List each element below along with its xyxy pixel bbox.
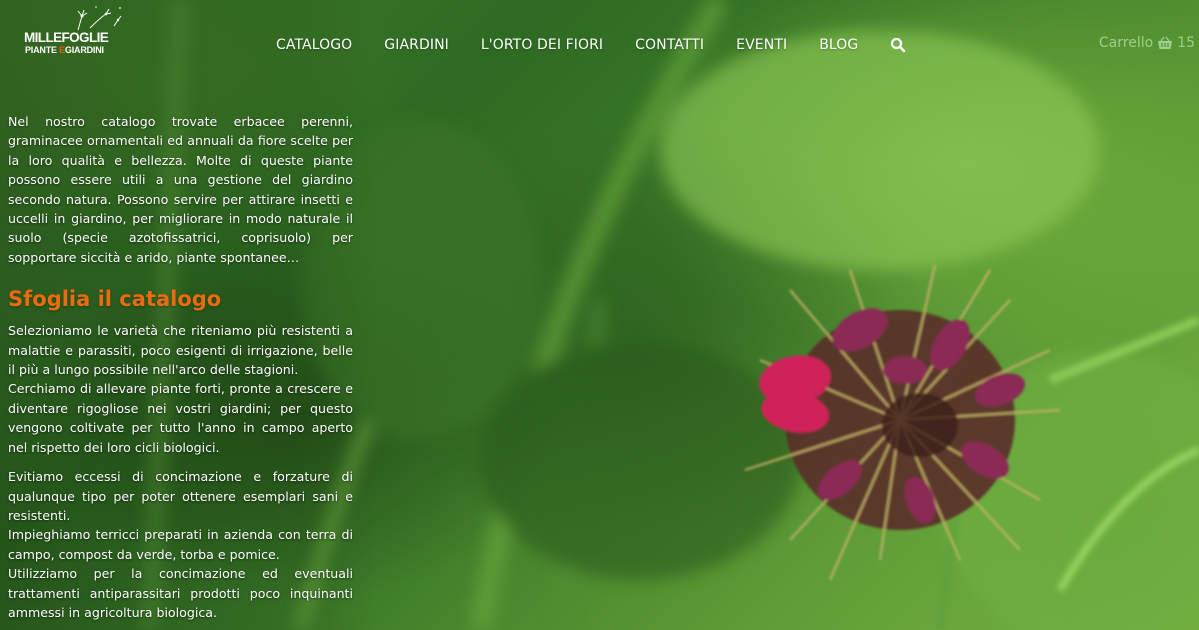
intro-paragraph: Nel nostro catalogo trovate erbacee pere… <box>8 114 353 265</box>
nav-item-giardini[interactable]: GIARDINI <box>384 37 449 53</box>
paragraph-fertilization: Evitiamo eccessi di concimazione e forza… <box>8 469 353 523</box>
logo-subtitle-part1: PIANTE <box>25 45 60 55</box>
nav-item-contatti[interactable]: CONTATTI <box>635 37 704 53</box>
site-logo[interactable]: MILLEFOGLIE PIANTE EGIARDINI <box>24 4 128 60</box>
paragraph-cultivation: Cerchiamo di allevare piante forti, pron… <box>8 381 353 455</box>
cart-link[interactable]: Carrello 15 <box>1099 35 1195 51</box>
page: MILLEFOGLIE PIANTE EGIARDINI CATALOGO GI… <box>0 0 1199 630</box>
search-icon[interactable] <box>890 37 906 53</box>
logo-title: MILLEFOGLIE <box>24 30 109 45</box>
logo-subtitle: PIANTE EGIARDINI <box>25 45 104 55</box>
paragraph-treatments: Utilizziamo per la concimazione ed event… <box>8 566 353 620</box>
nav-item-orto-dei-fiori[interactable]: L'ORTO DEI FIORI <box>481 37 603 53</box>
dandelion-logo-icon <box>77 6 122 31</box>
main-nav: CATALOGO GIARDINI L'ORTO DEI FIORI CONTA… <box>276 35 906 55</box>
logo-subtitle-part2: GIARDINI <box>64 45 104 55</box>
catalog-heading[interactable]: Sfoglia il catalogo <box>8 285 353 313</box>
catalog-intro: Nel nostro catalogo trovate erbacee pere… <box>8 112 353 622</box>
basket-icon <box>1158 36 1173 49</box>
paragraph-selection: Selezioniamo le varietà che riteniamo pi… <box>8 323 353 378</box>
nav-item-eventi[interactable]: EVENTI <box>736 37 787 53</box>
paragraph-soil: Impieghiamo terricci preparati in aziend… <box>8 527 353 562</box>
nav-item-catalogo[interactable]: CATALOGO <box>276 37 352 53</box>
nav-item-blog[interactable]: BLOG <box>819 37 858 53</box>
cart-label: Carrello <box>1098 35 1154 51</box>
cart-count: 15 <box>1177 35 1195 51</box>
